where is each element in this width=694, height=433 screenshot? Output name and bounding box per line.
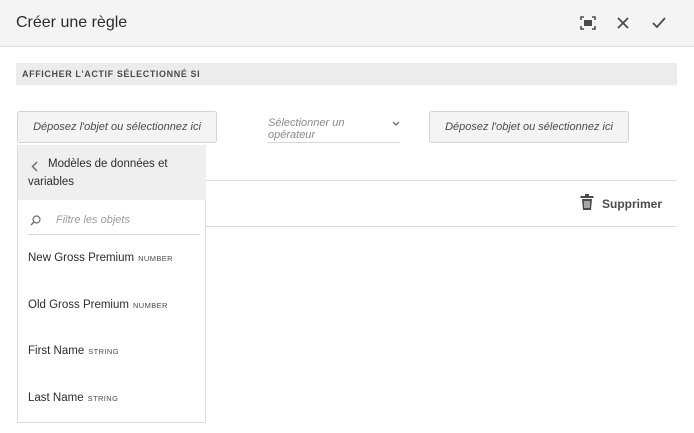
panel-title: Modèles de données et variables xyxy=(28,158,168,188)
search-input[interactable] xyxy=(54,211,198,229)
fullscreen-icon[interactable] xyxy=(579,14,597,32)
item-type: NUMBER xyxy=(132,301,168,310)
operator-placeholder: Sélectionner un opérateur xyxy=(268,117,345,141)
object-picker-panel: Modèles de données et variables New Gros… xyxy=(17,145,206,423)
object-search-field[interactable] xyxy=(28,205,200,235)
dialog-title: Créer une règle xyxy=(16,14,128,31)
list-item[interactable]: First Name STRING xyxy=(28,345,119,357)
item-type: STRING xyxy=(88,347,119,356)
dialog-header: Créer une règle xyxy=(0,0,694,47)
right-operand-drop-button[interactable]: Déposez l'objet ou sélectionnez ici xyxy=(429,111,629,143)
delete-label: Supprimer xyxy=(602,197,663,211)
list-item[interactable]: New Gross Premium NUMBER xyxy=(28,252,173,264)
list-item[interactable]: Last Name STRING xyxy=(28,392,118,404)
panel-back-header[interactable]: Modèles de données et variables xyxy=(18,145,206,200)
item-name: New Gross Premium xyxy=(28,252,135,264)
section-label: AFFICHER L'ACTIF SÉLECTIONNÉ SI xyxy=(22,69,201,79)
left-operand-drop-button[interactable]: Déposez l'objet ou sélectionnez ici xyxy=(17,111,217,143)
item-name: Old Gross Premium xyxy=(28,299,129,311)
item-name: First Name xyxy=(28,345,85,357)
search-icon xyxy=(30,213,41,231)
item-type: NUMBER xyxy=(138,254,173,263)
list-item[interactable]: Old Gross Premium NUMBER xyxy=(28,299,168,311)
delete-button[interactable]: Supprimer xyxy=(580,193,663,215)
item-name: Last Name xyxy=(28,392,84,404)
item-type: STRING xyxy=(87,394,119,403)
close-icon[interactable] xyxy=(614,14,632,32)
checkmark-icon[interactable] xyxy=(650,14,668,32)
divider xyxy=(206,180,677,181)
chevron-down-icon xyxy=(392,118,400,130)
section-header: AFFICHER L'ACTIF SÉLECTIONNÉ SI xyxy=(16,63,677,85)
divider xyxy=(206,226,677,227)
operator-select[interactable]: Sélectionner un opérateur xyxy=(268,117,400,143)
trash-icon xyxy=(580,193,594,215)
